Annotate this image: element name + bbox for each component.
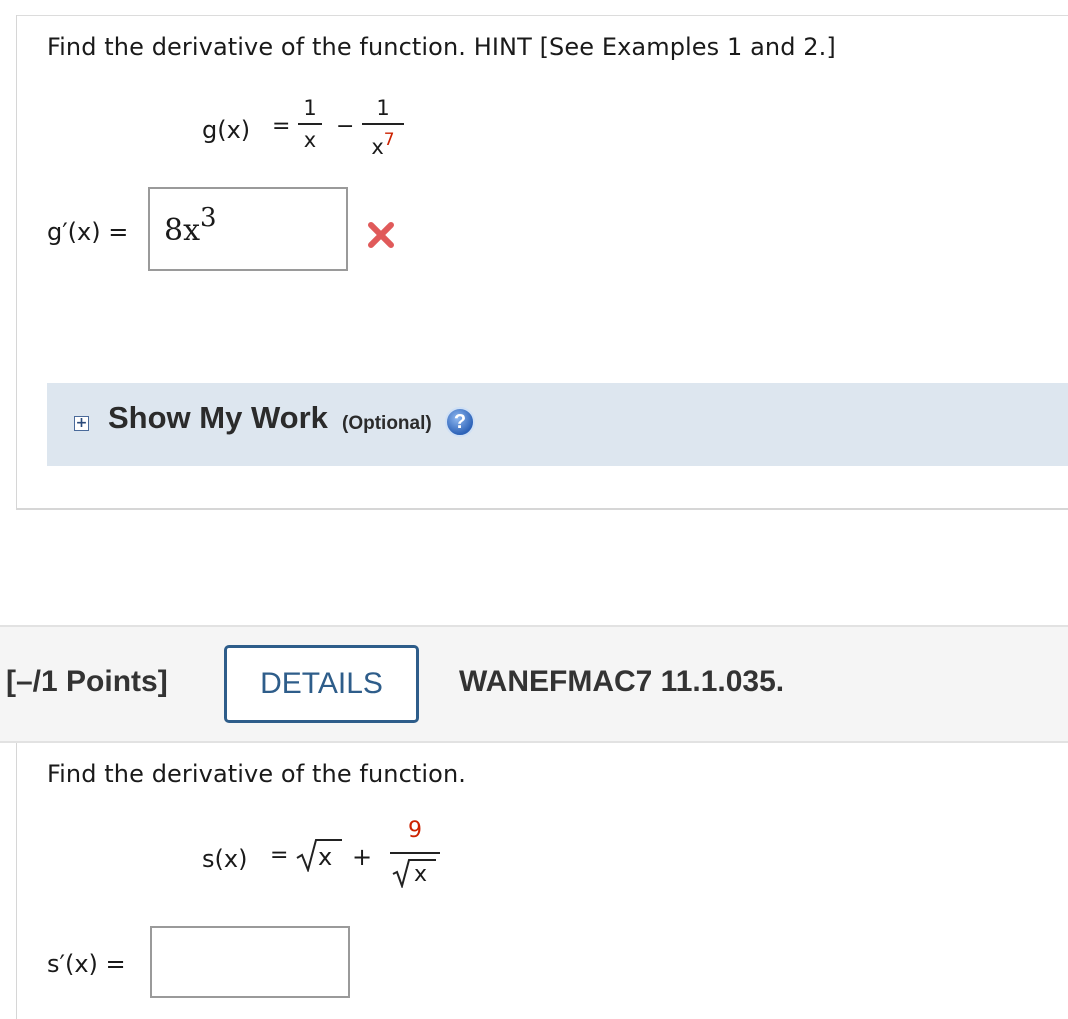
question-top-border	[16, 15, 1068, 16]
optional-label: (Optional)	[342, 413, 432, 434]
fraction-denominator: x7	[362, 128, 404, 159]
answer-value-exponent: 3	[200, 203, 217, 233]
fraction-numerator: 1	[303, 96, 317, 120]
answer-label: g′(x) =	[47, 218, 128, 246]
answer-label: s′(x) =	[47, 950, 126, 978]
help-question-icon[interactable]: ?	[445, 407, 475, 437]
question-prompt: Find the derivative of the function. HIN…	[47, 33, 836, 61]
answer-input[interactable]	[150, 926, 350, 998]
fraction-nine-over-sqrt-x: 9 x	[390, 818, 440, 898]
radicand: x	[318, 843, 333, 871]
question-prompt: Find the derivative of the function.	[47, 760, 466, 788]
answer-equals: =	[105, 950, 126, 978]
plus-sign: +	[352, 843, 373, 871]
answer-equals: =	[108, 218, 129, 246]
question-left-border	[16, 743, 17, 1019]
answer-input[interactable]: 8x3	[148, 187, 348, 271]
answer-label-text: g′(x)	[47, 218, 101, 246]
function-label: g(x)	[202, 116, 251, 144]
expand-plus-icon[interactable]: +	[74, 416, 89, 431]
fraction-bar	[362, 123, 404, 125]
question-bottom-border	[16, 508, 1068, 510]
fraction-one-over-x: 1 x	[298, 96, 322, 152]
show-my-work-toggle[interactable]: Show My Work	[108, 400, 328, 436]
denominator-base: x	[371, 135, 384, 159]
fraction-numerator: 1	[376, 96, 390, 120]
answer-value: 8x3	[164, 203, 217, 248]
answer-value-base: 8x	[164, 213, 201, 248]
incorrect-x-icon	[366, 220, 396, 254]
fraction-bar	[390, 852, 440, 854]
fraction-bar	[298, 123, 322, 125]
denominator-exponent: 7	[383, 130, 395, 150]
fraction-denominator: x	[303, 128, 317, 152]
details-button[interactable]: DETAILS	[224, 645, 419, 723]
function-label: s(x)	[202, 845, 248, 873]
question-left-border	[16, 15, 17, 509]
problem-id: WANEFMAC7 11.1.035.	[459, 665, 785, 698]
fraction-one-over-x7: 1 x7	[362, 96, 404, 159]
minus-sign: −	[336, 114, 355, 139]
answer-label-text: s′(x)	[47, 950, 98, 978]
fraction-numerator: 9	[408, 818, 422, 843]
equals-sign: =	[270, 843, 289, 868]
fraction-denominator-radicand: x	[414, 862, 428, 887]
equals-sign: =	[272, 114, 291, 139]
points-label: [–/1 Points]	[6, 665, 168, 698]
